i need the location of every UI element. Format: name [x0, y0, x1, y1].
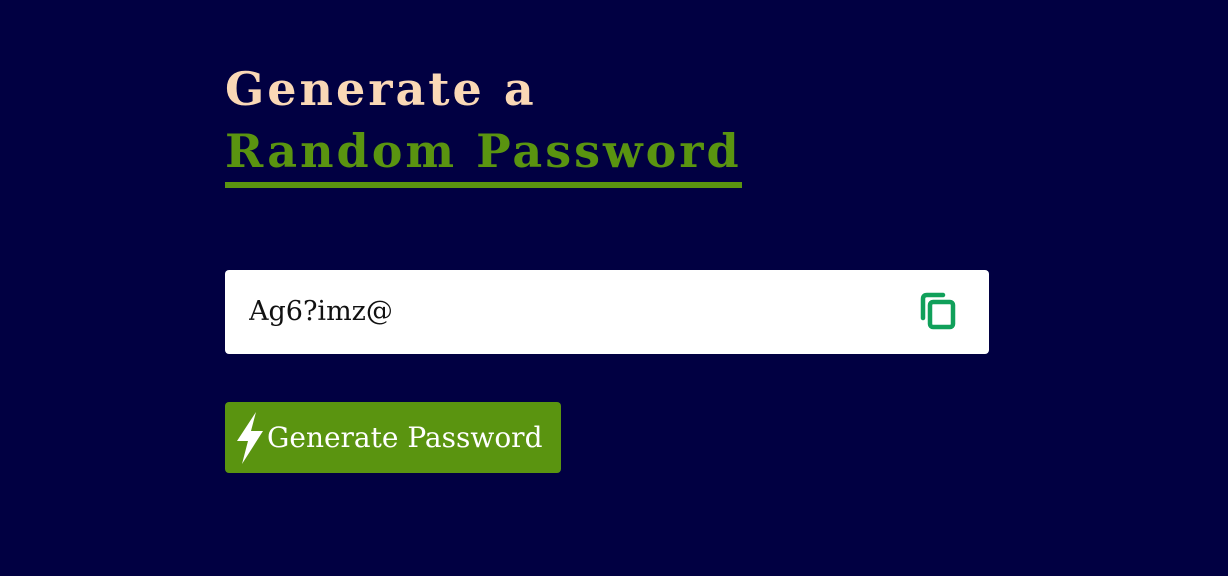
password-field[interactable] [225, 270, 989, 354]
page-title-line-1: Generate a [225, 62, 537, 116]
password-output[interactable] [249, 270, 889, 354]
lightning-icon [237, 411, 263, 464]
page-title-line-2: Random Password [225, 122, 742, 188]
generate-password-label: Generate Password [267, 421, 543, 454]
page-title: Generate a Random Password [225, 58, 742, 188]
copy-icon [920, 292, 956, 330]
generate-password-button[interactable]: Generate Password [225, 402, 561, 473]
copy-button[interactable] [915, 290, 961, 334]
